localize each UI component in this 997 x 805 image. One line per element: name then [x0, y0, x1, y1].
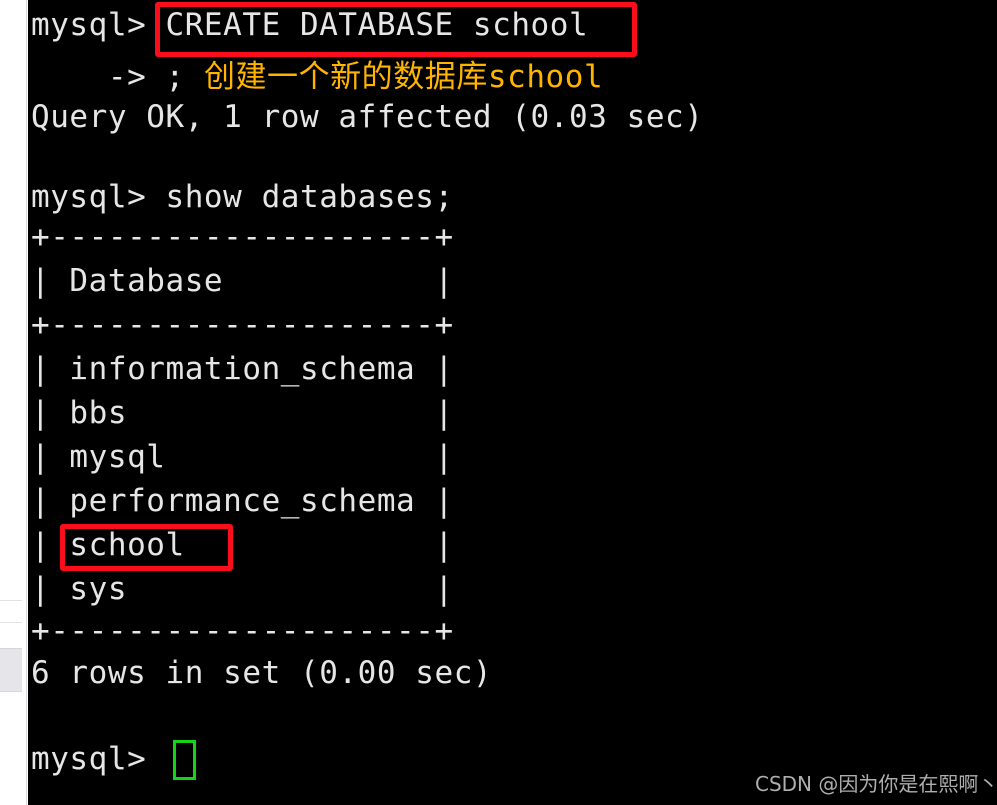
terminal-line-row-count: 6 rows in set (0.00 sec)	[31, 655, 493, 691]
text-cursor	[173, 740, 196, 780]
gutter-block	[0, 648, 22, 692]
csdn-watermark: CSDN @因为你是在熙啊丶	[755, 772, 997, 796]
table-row-school: | school |	[31, 527, 454, 563]
terminal-line-prompt: mysql>	[31, 741, 166, 777]
gutter-rule	[0, 600, 22, 601]
terminal-line-create-command: mysql> CREATE DATABASE school	[31, 7, 589, 43]
gutter-rule	[0, 622, 22, 623]
chinese-annotation-text: 创建一个新的数据库school	[203, 59, 604, 95]
table-row: | mysql |	[31, 439, 454, 475]
screenshot-root: mysql> CREATE DATABASE school -> ; 创建一个新…	[0, 0, 997, 805]
terminal-line-show-databases: mysql> show databases;	[31, 179, 454, 215]
table-separator-mid: +--------------------+	[31, 307, 454, 343]
table-header-row: | Database |	[31, 263, 454, 299]
mysql-terminal[interactable]: mysql> CREATE DATABASE school -> ; 创建一个新…	[28, 0, 997, 805]
table-separator-top: +--------------------+	[31, 219, 454, 255]
table-row: | bbs |	[31, 395, 454, 431]
terminal-line-continuation: -> ; 创建一个新的数据库school	[31, 58, 603, 97]
table-row: | sys |	[31, 571, 454, 607]
table-row: | information_schema |	[31, 351, 454, 387]
terminal-line-query-ok: Query OK, 1 row affected (0.03 sec)	[31, 99, 704, 135]
continuation-prompt: -> ;	[31, 59, 204, 95]
table-row: | performance_schema |	[31, 483, 454, 519]
table-separator-bottom: +--------------------+	[31, 613, 454, 649]
page-gutter	[0, 0, 27, 805]
